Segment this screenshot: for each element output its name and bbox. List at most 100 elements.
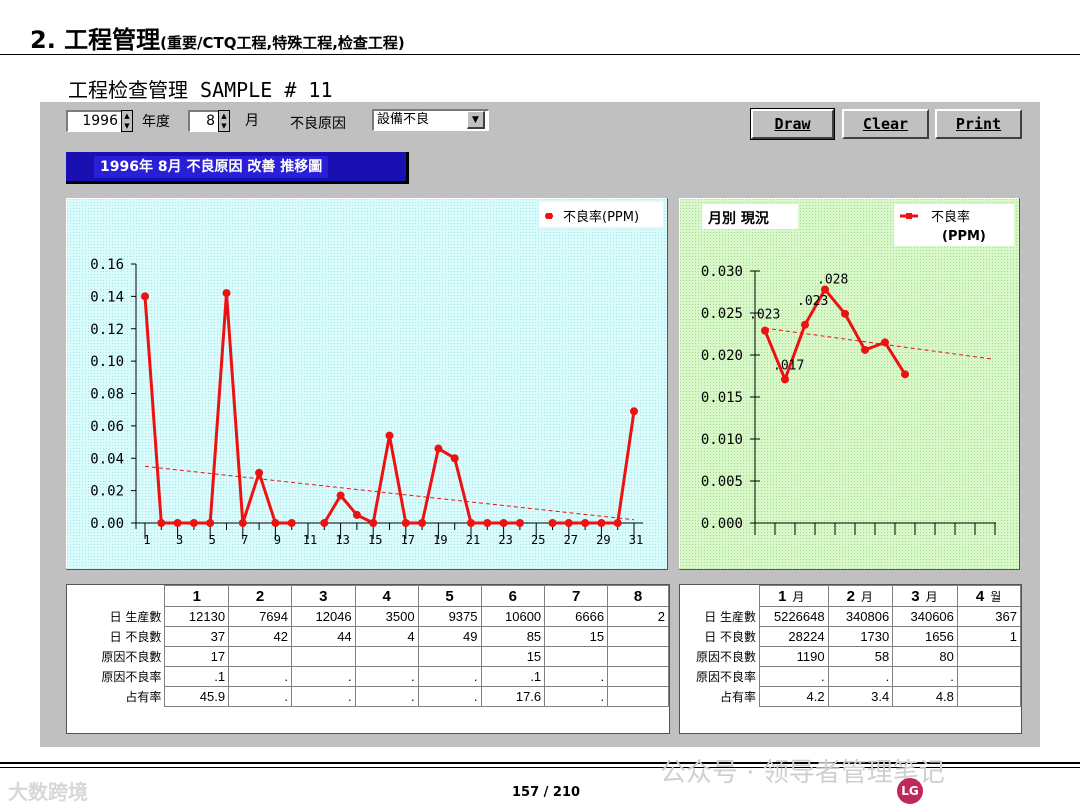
table-cell[interactable]: 12046: [291, 606, 356, 627]
table-cell[interactable]: 15: [480, 646, 546, 667]
table-cell[interactable]: 4: [354, 626, 419, 647]
table-cell[interactable]: 1656: [892, 626, 958, 647]
table-cell[interactable]: .: [827, 666, 894, 687]
table-cell[interactable]: 42: [228, 626, 292, 647]
table-cell[interactable]: .1: [480, 666, 546, 687]
table-cell[interactable]: 1: [956, 626, 1021, 647]
title-divider: [0, 54, 1080, 55]
table-cell[interactable]: 1730: [827, 626, 894, 647]
table-cell[interactable]: [607, 666, 669, 687]
table-cell[interactable]: 9375: [417, 606, 482, 627]
table-row: 日 不良數 28224 1730 1656 1: [680, 626, 1021, 647]
daily-data-point: [157, 519, 166, 527]
spin-up-icon[interactable]: ▲: [122, 111, 132, 121]
table-cell[interactable]: 85: [480, 626, 546, 647]
table-cell[interactable]: 4.8: [892, 686, 958, 707]
table-cell[interactable]: [417, 646, 482, 667]
clear-button[interactable]: Clear: [842, 109, 929, 139]
daily-data-point: [467, 519, 475, 527]
month-label: 月: [245, 113, 259, 129]
table-cell[interactable]: 15: [544, 626, 609, 647]
table-cell[interactable]: 80: [892, 646, 958, 667]
monthly-data-point: [881, 338, 889, 347]
table-cell[interactable]: 340606: [892, 606, 958, 627]
table-cell[interactable]: 1190: [759, 646, 829, 667]
table-cell[interactable]: .: [417, 666, 482, 687]
daily-data-point: [141, 292, 149, 301]
year-spinner[interactable]: ▲ ▼: [121, 110, 133, 132]
table-cell[interactable]: [607, 646, 669, 667]
table-cell[interactable]: 28224: [759, 626, 829, 647]
table-cell[interactable]: .: [291, 686, 356, 707]
daily-y-tick-label: 0.12: [90, 322, 124, 338]
table-cell[interactable]: .: [228, 686, 292, 707]
table-cell[interactable]: [354, 646, 419, 667]
table-cell[interactable]: .: [354, 666, 419, 687]
month-spinner[interactable]: ▲ ▼: [218, 110, 230, 132]
table-cell[interactable]: 6666: [544, 606, 609, 627]
table-cell[interactable]: [544, 646, 609, 667]
row-header: 原因不良數: [680, 646, 761, 667]
page-number: 157 / 210: [512, 785, 581, 800]
table-cell[interactable]: 5226648: [759, 606, 829, 627]
page-title-subtitle: (重要/CTQ工程,特殊工程,检查工程): [160, 34, 405, 52]
table-row: 原因不良率...: [680, 666, 1021, 687]
daily-data-point: [450, 454, 459, 463]
column-header: 8: [607, 585, 669, 607]
table-cell[interactable]: [956, 646, 1021, 667]
table-cell[interactable]: 3.4: [827, 686, 894, 707]
table-cell[interactable]: 58: [827, 646, 894, 667]
monthly-legend-line: (PPM): [942, 229, 986, 244]
monthly-data-label: .023: [749, 308, 780, 323]
chevron-down-icon[interactable]: ▼: [467, 111, 485, 129]
table-cell[interactable]: 10600: [480, 606, 546, 627]
table-cell[interactable]: 37: [164, 626, 230, 647]
daily-x-tick-label: 9: [274, 533, 281, 547]
table-cell[interactable]: .: [228, 666, 292, 687]
table-cell[interactable]: .1: [164, 666, 230, 687]
draw-button[interactable]: Draw: [750, 108, 835, 140]
table-cell[interactable]: 12130: [164, 606, 230, 627]
table-cell[interactable]: .: [544, 666, 609, 687]
month-field[interactable]: 8: [188, 110, 219, 132]
table-cell[interactable]: .: [417, 686, 482, 707]
table-cell[interactable]: [607, 626, 669, 647]
table-cell[interactable]: [956, 666, 1021, 687]
spin-down-icon[interactable]: ▼: [122, 121, 132, 131]
table-cell[interactable]: 45.9: [164, 686, 230, 707]
spin-down-icon[interactable]: ▼: [219, 121, 229, 131]
table-cell[interactable]: 4.2: [759, 686, 829, 707]
year-field[interactable]: 1996: [66, 110, 122, 132]
monthly-y-tick-label: 0.015: [701, 390, 743, 406]
column-header: 3: [291, 585, 356, 607]
daily-data-point: [287, 519, 296, 527]
spin-up-icon[interactable]: ▲: [219, 111, 229, 121]
table-cell[interactable]: 340806: [827, 606, 894, 627]
table-cell[interactable]: .: [354, 686, 419, 707]
table-cell[interactable]: 2: [607, 606, 669, 627]
table-row: 占有率 45.9.... 17.6.: [67, 686, 669, 707]
table-cell[interactable]: [607, 686, 669, 707]
table-corner-cell: [67, 585, 166, 607]
print-button[interactable]: Print: [935, 109, 1022, 139]
table-cell[interactable]: .: [892, 666, 958, 687]
table-cell[interactable]: 49: [417, 626, 482, 647]
table-cell[interactable]: [291, 646, 356, 667]
row-header: 原因不良率: [67, 666, 166, 687]
daily-x-tick-label: 15: [368, 533, 382, 547]
daily-data-point: [271, 519, 280, 527]
table-cell[interactable]: .: [759, 666, 829, 687]
table-cell[interactable]: 44: [291, 626, 356, 647]
daily-data-table: 12345678 日 生産數 12130 7694 12046 3500 9375 1060…: [66, 584, 670, 734]
table-cell[interactable]: 7694: [228, 606, 292, 627]
daily-data-point: [434, 444, 443, 453]
table-cell[interactable]: .: [544, 686, 609, 707]
table-cell[interactable]: 17: [164, 646, 230, 667]
table-cell[interactable]: 3500: [354, 606, 419, 627]
table-cell[interactable]: 17.6: [480, 686, 546, 707]
table-cell[interactable]: [228, 646, 292, 667]
page-title: 2. 工程管理(重要/CTQ工程,特殊工程,检查工程): [30, 20, 405, 55]
table-cell[interactable]: .: [291, 666, 356, 687]
table-cell[interactable]: 367: [956, 606, 1021, 627]
table-cell[interactable]: [956, 686, 1021, 707]
